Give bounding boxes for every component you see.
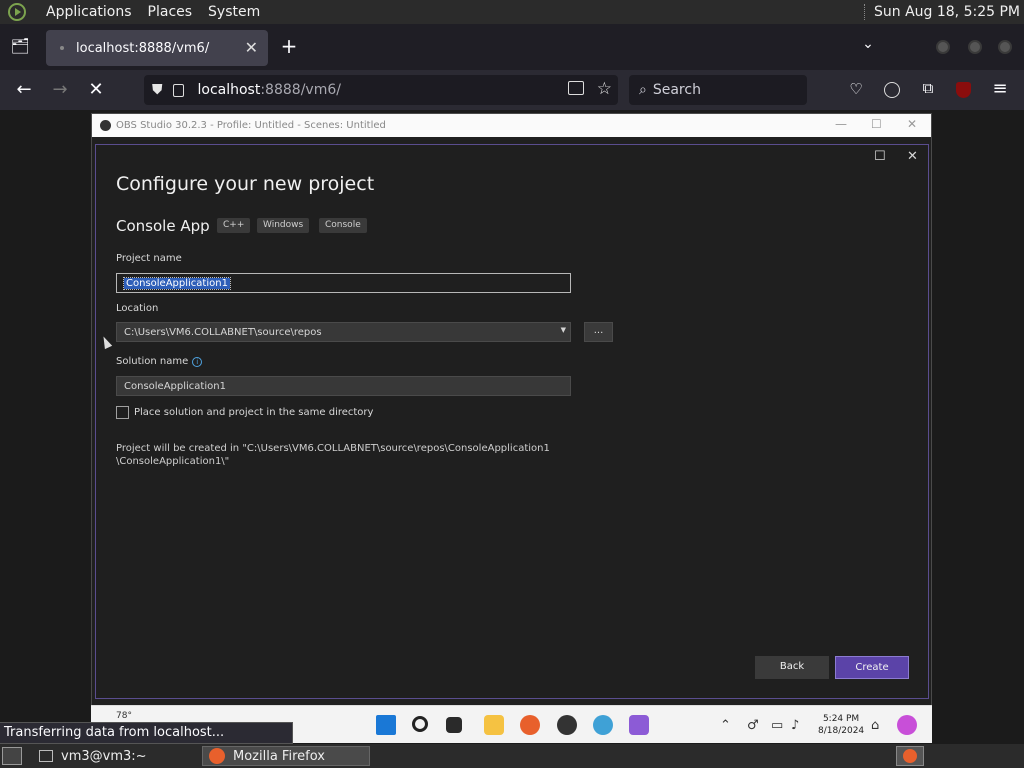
windows-start-icon[interactable]	[376, 715, 396, 735]
tag-cpp: C++	[217, 218, 251, 233]
page-title: Configure your new project	[116, 173, 375, 195]
reader-view-icon[interactable]	[568, 81, 584, 95]
info-icon[interactable]: i	[192, 357, 203, 367]
tab-loading-icon	[60, 46, 64, 50]
project-name-value: ConsoleApplication1	[123, 276, 231, 290]
window-close-button[interactable]	[998, 40, 1012, 54]
firefox-icon	[209, 748, 225, 764]
gnome-top-panel: Applications Places System Sun Aug 18, 5…	[0, 0, 1024, 24]
copilot-icon[interactable]	[897, 715, 917, 735]
firefox-taskbar-icon[interactable]	[520, 715, 540, 735]
solution-name-input[interactable]: ConsoleApplication1	[116, 376, 571, 396]
tab-localhost[interactable]: localhost:8888/vm6/ ✕	[46, 30, 268, 66]
panel-separator	[864, 4, 866, 20]
notification-bell-icon[interactable]: ⌂	[871, 718, 879, 733]
obs-title: OBS Studio 30.2.3 - Profile: Untitled - …	[116, 120, 386, 131]
search-box[interactable]: ⌕ Search	[629, 75, 807, 105]
url-bar[interactable]: ⛊ localhost:8888/vm6/ ☆	[144, 75, 618, 105]
location-value: C:\Users\VM6.COLLABNET\source\repos	[124, 326, 322, 338]
dropdown-arrow-icon[interactable]: ▼	[561, 326, 566, 334]
pocket-icon[interactable]: ♡	[846, 80, 866, 98]
solution-name-label: Solution name	[116, 356, 189, 367]
firefox-status-bar: Transferring data from localhost...	[0, 722, 293, 744]
tab-title: localhost:8888/vm6/	[76, 40, 210, 56]
search-taskbar-icon[interactable]	[412, 716, 428, 732]
firefox-nav-bar: ← → ✕ ⛊ localhost:8888/vm6/ ☆ ⌕ Search ♡…	[0, 70, 1024, 110]
terminal-icon	[39, 750, 53, 762]
edge-globe-icon[interactable]	[593, 715, 613, 735]
tag-console: Console	[319, 218, 367, 233]
show-desktop-icon[interactable]	[2, 747, 22, 765]
workspace-switcher[interactable]	[896, 746, 924, 766]
back-button[interactable]: Back	[755, 656, 829, 679]
task-view-icon[interactable]	[446, 717, 462, 733]
menu-system[interactable]: System	[208, 4, 260, 20]
project-name-label: Project name	[116, 253, 182, 264]
list-tabs-chevron-icon[interactable]: ⌄	[858, 36, 878, 52]
search-icon: ⌕	[639, 82, 647, 98]
taskbar-clock[interactable]: 5:24 PM 8/18/2024	[818, 713, 864, 737]
search-placeholder: Search	[652, 82, 701, 98]
same-directory-label[interactable]: Place solution and project in the same d…	[134, 407, 373, 418]
dialog-close-icon[interactable]: ✕	[907, 149, 918, 164]
bookmark-star-icon[interactable]: ☆	[597, 79, 612, 99]
microphone-icon[interactable]: ♂	[747, 718, 759, 733]
obs-taskbar-icon[interactable]	[557, 715, 577, 735]
account-icon[interactable]	[884, 82, 900, 98]
dialog-maximize-icon[interactable]: ☐	[874, 149, 886, 164]
stop-loading-icon[interactable]: ✕	[86, 79, 106, 100]
firefox-tab-strip: 🗂︎ localhost:8888/vm6/ ✕ + ⌄	[0, 24, 1024, 70]
volume-icon[interactable]: ♪	[791, 718, 799, 733]
task-firefox[interactable]: Mozilla Firefox	[202, 746, 370, 766]
taskbar-date: 8/18/2024	[818, 726, 865, 736]
project-name-input[interactable]: ConsoleApplication1	[116, 273, 571, 293]
extensions-icon[interactable]: ⧉	[918, 79, 938, 97]
gnome-bottom-panel: vm3@vm3:~ Mozilla Firefox	[0, 744, 1024, 768]
network-icon[interactable]: ▭	[771, 718, 783, 733]
back-icon[interactable]: ←	[14, 79, 34, 100]
ublock-icon[interactable]	[956, 82, 971, 98]
menu-hamburger-icon[interactable]: ≡	[990, 78, 1010, 99]
close-tab-icon[interactable]: ✕	[245, 38, 258, 57]
obs-close-icon[interactable]: ✕	[907, 117, 917, 131]
window-minimize-button[interactable]	[936, 40, 950, 54]
tray-chevron-icon[interactable]: ⌃	[720, 718, 731, 733]
obs-minimize-icon[interactable]: —	[835, 117, 847, 131]
weather-temp[interactable]: 78°	[116, 711, 132, 721]
page-icon[interactable]	[172, 83, 184, 97]
menu-places[interactable]: Places	[148, 4, 193, 20]
gnome-logo-icon[interactable]	[8, 3, 26, 21]
task-firefox-label: Mozilla Firefox	[233, 748, 325, 764]
task-terminal-label: vm3@vm3:~	[61, 748, 147, 764]
browse-button[interactable]: ...	[584, 322, 613, 342]
location-label: Location	[116, 303, 159, 314]
obs-title-bar: OBS Studio 30.2.3 - Profile: Untitled - …	[92, 114, 931, 137]
tab-overview-icon[interactable]: 🗂︎	[10, 37, 30, 55]
solution-name-label-row: Solution name i	[116, 356, 203, 367]
url-path: :8888/vm6/	[260, 82, 341, 98]
url-host: localhost	[197, 82, 261, 98]
new-tab-icon[interactable]: +	[279, 34, 299, 58]
panel-clock[interactable]: Sun Aug 18, 5:25 PM	[874, 4, 1020, 20]
vs-configure-dialog: ☐ ✕ Configure your new project Console A…	[95, 144, 929, 699]
obs-logo-icon	[100, 120, 111, 131]
taskbar-time: 5:24 PM	[822, 714, 860, 724]
workspace-firefox-icon	[903, 749, 917, 763]
solution-name-value: ConsoleApplication1	[124, 380, 226, 392]
create-button[interactable]: Create	[835, 656, 909, 679]
tag-windows: Windows	[257, 218, 310, 233]
location-combobox[interactable]: C:\Users\VM6.COLLABNET\source\repos ▼	[116, 322, 571, 342]
menu-applications[interactable]: Applications	[46, 4, 132, 20]
template-name: Console App	[116, 217, 210, 235]
project-path-note: Project will be created in "C:\Users\VM6…	[116, 443, 550, 467]
same-directory-checkbox[interactable]	[116, 406, 129, 419]
file-explorer-icon[interactable]	[484, 715, 504, 735]
window-maximize-button[interactable]	[968, 40, 982, 54]
obs-maximize-icon[interactable]: ☐	[871, 117, 882, 131]
visual-studio-icon[interactable]	[629, 715, 649, 735]
task-terminal[interactable]: vm3@vm3:~	[33, 746, 198, 766]
forward-icon[interactable]: →	[50, 79, 70, 100]
shield-icon[interactable]: ⛊	[152, 82, 163, 98]
